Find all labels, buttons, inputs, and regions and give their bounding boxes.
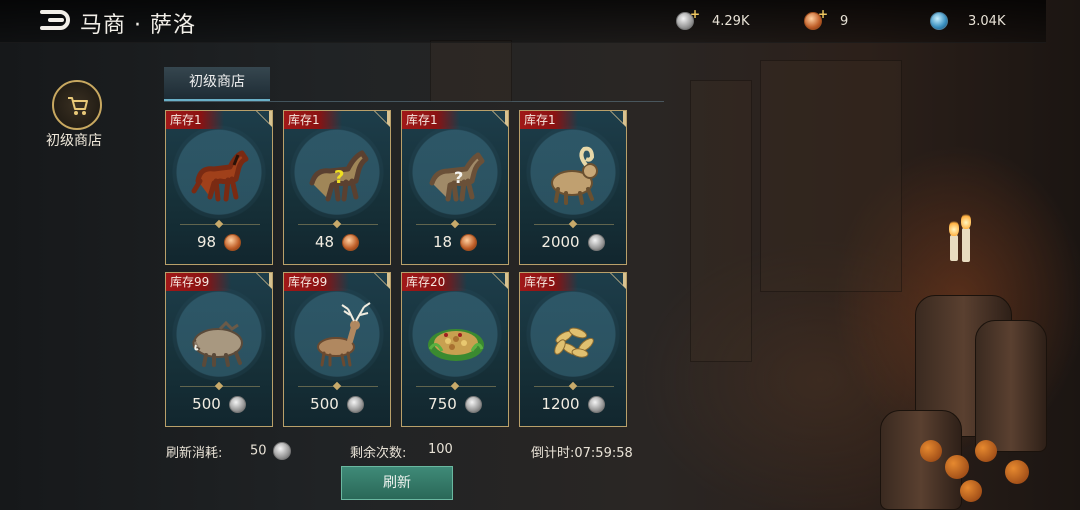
item-price: 48 [314,233,335,251]
price-row: 500 [166,395,272,413]
copper-amount: 9 [840,13,849,29]
stock-badge: 库存1 [402,111,460,129]
silver-coin-icon [228,395,246,413]
card-corner-inner [611,111,623,123]
copper-coin-icon [460,233,478,251]
price-row: 750 [402,395,508,413]
countdown-timer: 倒计时:07:59:58 [531,446,633,461]
price-row: 48 [284,233,390,251]
shop-nav-label: 初级商店 [46,133,102,149]
card-corner-inner [257,111,269,123]
stock-badge: 库存1 [284,111,342,129]
copper-coin-icon: + [804,7,828,30]
remaining-value: 100 [428,442,453,457]
price-row: 98 [166,233,272,251]
item-price: 2000 [541,233,580,251]
item-price: 500 [310,395,339,413]
shop-item-card[interactable]: 库存99 500 [165,272,273,427]
salad-icon [416,299,496,379]
boar-icon [180,299,260,379]
silver-coin-icon: + [676,7,700,30]
shop-item-card[interactable]: 库存1? 18 [401,110,509,265]
diamond-ornament [568,381,578,391]
shop-nav-button[interactable] [52,80,102,130]
stock-badge: 库存5 [520,273,578,291]
tab-underline [164,101,664,102]
horse-mystery-icon: ? [298,137,378,217]
svg-text:?: ? [334,167,344,188]
stock-badge: 库存1 [166,111,224,129]
stock-badge: 库存20 [402,273,468,291]
silver-coin-icon [587,395,605,413]
shop-item-card[interactable]: 库存1 2000 [519,110,627,265]
card-corner-inner [375,111,387,123]
page-title: 马商 · 萨洛 [80,13,196,38]
diamond-ornament [332,219,342,229]
card-corner-inner [493,273,505,285]
silver-coin-icon [587,233,605,251]
stock-badge: 库存99 [284,273,350,291]
price-row: 500 [284,395,390,413]
copper-coin-icon [342,233,360,251]
shop-item-card[interactable]: 库存1 98 [165,110,273,265]
diamond-ornament [332,381,342,391]
gem-amount: 3.04K [968,13,1006,29]
refresh-button[interactable]: 刷新 [341,466,453,500]
silver-coin-icon [464,395,482,413]
silver-coin-icon [272,442,291,460]
add-icon[interactable]: + [818,7,828,21]
diamond-ornament [568,219,578,229]
price-row: 18 [402,233,508,251]
back-arrow-icon[interactable] [40,9,74,31]
gem-resource[interactable]: 3.04K [930,11,1005,31]
shop-item-card[interactable]: 库存1? 48 [283,110,391,265]
shop-item-card[interactable]: 库存5 1200 [519,272,627,427]
card-corner-inner [375,273,387,285]
remaining-label: 剩余次数: [350,446,407,461]
refresh-cost-value: 50 [250,443,267,459]
tab-basic-shop[interactable]: 初级商店 [164,67,270,101]
refresh-cost: 50 [250,442,291,460]
shop-item-card[interactable]: 库存99 500 [283,272,391,427]
card-corner-inner [257,273,269,285]
diamond-ornament [450,219,460,229]
svg-text:?: ? [454,168,463,187]
silver-amount: 4.29K [712,13,750,29]
card-corner-inner [493,111,505,123]
copper-resource[interactable]: + 9 [804,7,849,31]
add-icon[interactable]: + [690,7,700,21]
top-bar: 马商 · 萨洛 + 4.29K + 9 3.04K [0,0,1046,43]
price-row: 1200 [520,395,626,413]
stock-badge: 库存99 [166,273,232,291]
ram-icon [534,137,614,217]
diamond-ornament [450,381,460,391]
horse-brown-icon [180,137,260,217]
price-row: 2000 [520,233,626,251]
card-corner-inner [611,273,623,285]
stock-badge: 库存1 [520,111,578,129]
horse-mystery-small-icon: ? [416,137,496,217]
item-price: 750 [428,395,457,413]
item-price: 1200 [541,395,580,413]
item-price: 500 [192,395,221,413]
copper-coin-icon [224,233,242,251]
item-price: 18 [432,233,453,251]
refresh-cost-label: 刷新消耗: [166,446,223,461]
silver-resource[interactable]: + 4.29K [676,7,750,31]
diamond-ornament [214,219,224,229]
silver-coin-icon [346,395,364,413]
cart-icon [68,97,88,115]
gem-icon [930,12,948,30]
shop-item-card[interactable]: 库存20 750 [401,272,509,427]
diamond-ornament [214,381,224,391]
item-price: 98 [196,233,217,251]
grain-icon [534,299,614,379]
deer-icon [298,299,378,379]
